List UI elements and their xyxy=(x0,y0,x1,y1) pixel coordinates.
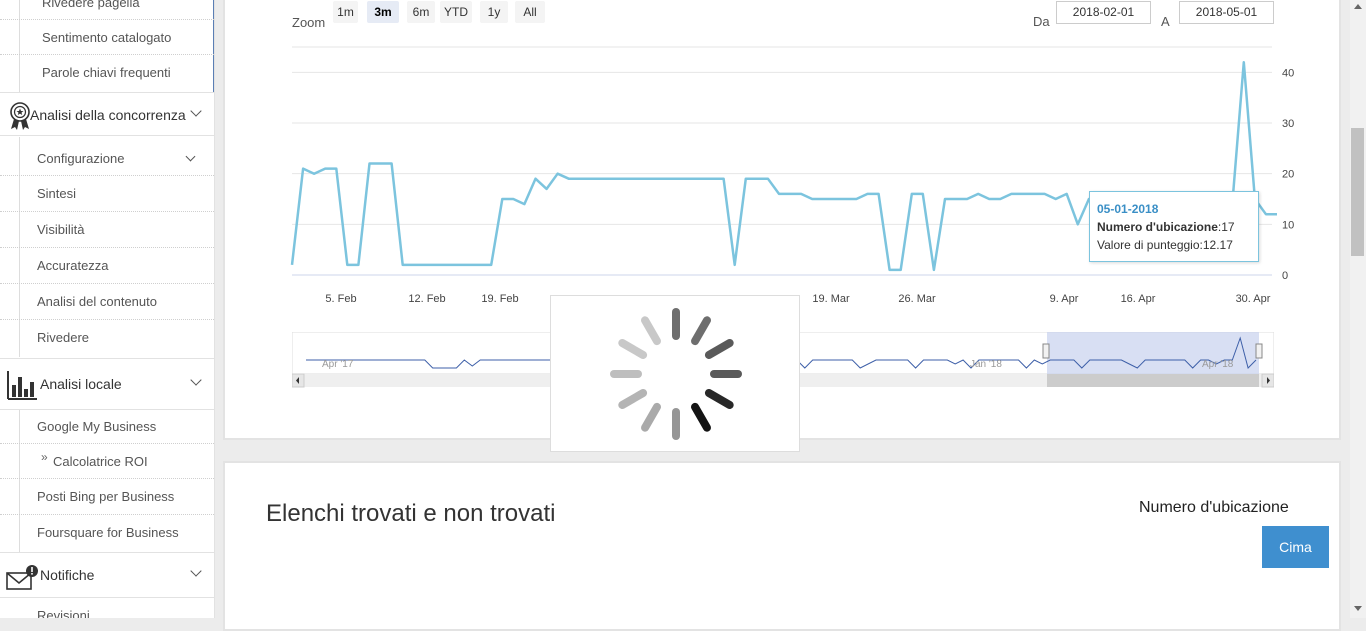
main-content: Zoom 1m 3m 6m YTD 1y All Da 2018-02-01 A… xyxy=(215,0,1350,631)
x-tick-label: 12. Feb xyxy=(408,293,445,305)
chevron-down-icon xyxy=(190,374,202,386)
x-tick-label: 5. Feb xyxy=(325,293,356,305)
legend-label: Numero d'ubicazione xyxy=(1139,499,1289,516)
sidebar: Rivedere pagella Sentimento catalogato P… xyxy=(0,0,215,618)
double-chevron-right-icon: » xyxy=(41,450,48,464)
page-scrollbar[interactable] xyxy=(1350,0,1366,618)
sidebar-group-notifications[interactable]: Notifiche xyxy=(0,552,214,598)
sidebar-group-local[interactable]: Analisi locale xyxy=(0,358,214,410)
loading-overlay xyxy=(550,295,800,452)
top-button[interactable]: Cima xyxy=(1262,526,1329,568)
scroll-up-icon[interactable] xyxy=(1354,4,1362,9)
spinner-segment xyxy=(618,339,648,359)
sidebar-item-accuratezza[interactable]: Accuratezza xyxy=(0,248,214,284)
y-tick-label: 0 xyxy=(1282,270,1288,282)
x-tick-label: 19. Feb xyxy=(481,293,518,305)
spinner-segment xyxy=(691,316,711,346)
loading-spinner-icon xyxy=(610,308,742,440)
sidebar-item-google-my-business[interactable]: Google My Business xyxy=(0,409,214,444)
sidebar-item-parole-chiavi[interactable]: Parole chiavi frequenti xyxy=(0,55,214,90)
navigator-left-handle[interactable] xyxy=(1042,343,1050,359)
navigator-label: Apr '18 xyxy=(1202,359,1234,370)
navigator-right-handle[interactable] xyxy=(1255,343,1263,359)
envelope-alert-icon xyxy=(6,565,38,590)
bar-chart-icon xyxy=(7,371,37,400)
sidebar-item-analisi-contenuto[interactable]: Analisi del contenuto xyxy=(0,284,214,320)
sidebar-item-revisioni[interactable]: Revisioni xyxy=(0,598,214,618)
panel-title: Elenchi trovati e non trovati xyxy=(266,500,556,527)
sidebar-item-sentimento[interactable]: Sentimento catalogato xyxy=(0,20,214,55)
navigator-label: Jan '18 xyxy=(970,359,1002,370)
y-tick-label: 10 xyxy=(1282,219,1294,231)
sidebar-group-label: Analisi della concorrenza xyxy=(30,107,186,123)
sidebar-item-sintesi[interactable]: Sintesi xyxy=(0,176,214,212)
spinner-segment xyxy=(641,316,661,346)
y-tick-label: 40 xyxy=(1282,67,1294,79)
spinner-segment xyxy=(618,389,648,409)
listings-panel: Elenchi trovati e non trovati Numero d'u… xyxy=(223,461,1341,631)
x-tick-label: 26. Mar xyxy=(898,293,936,305)
x-tick-label: 19. Mar xyxy=(812,293,850,305)
sidebar-item-visibilita[interactable]: Visibilità xyxy=(0,212,214,248)
sidebar-item-rivedere-pagella[interactable]: Rivedere pagella xyxy=(0,0,214,20)
x-tick-label: 16. Apr xyxy=(1121,293,1156,305)
y-tick-label: 20 xyxy=(1282,169,1294,181)
sidebar-group-label: Notifiche xyxy=(40,567,95,583)
chart-tooltip: 05-01-2018 Numero d'ubicazione:17 Valore… xyxy=(1089,191,1259,262)
tooltip-date: 05-01-2018 xyxy=(1097,202,1159,216)
tooltip-label-1: Numero d'ubicazione xyxy=(1097,220,1218,234)
spinner-segment xyxy=(704,339,734,359)
tooltip-label-2: Valore di punteggio xyxy=(1097,238,1200,252)
y-tick-label: 30 xyxy=(1282,118,1294,130)
navigator-label: Apr '17 xyxy=(322,359,354,370)
sidebar-group-competition[interactable]: Analisi della concorrenza xyxy=(0,92,214,136)
tooltip-value-1: 17 xyxy=(1221,220,1235,234)
spinner-segment xyxy=(691,402,711,432)
spinner-segment xyxy=(641,402,661,432)
page-scroll-thumb[interactable] xyxy=(1351,128,1364,256)
navigator-scroll-thumb[interactable] xyxy=(1047,374,1259,387)
sidebar-item-bing[interactable]: Posti Bing per Business xyxy=(0,479,214,515)
x-tick-label: 30. Apr xyxy=(1236,293,1271,305)
sidebar-item-configurazione[interactable]: Configurazione xyxy=(0,141,214,176)
sidebar-item-foursquare[interactable]: Foursquare for Business xyxy=(0,515,214,551)
sidebar-group-label: Analisi locale xyxy=(40,376,122,392)
spinner-segment xyxy=(704,389,734,409)
chevron-down-icon xyxy=(185,151,196,162)
sidebar-item-rivedere[interactable]: Rivedere xyxy=(0,320,214,356)
sidebar-item-calcolatrice-roi[interactable]: » Calcolatrice ROI xyxy=(0,444,214,479)
chevron-down-icon xyxy=(190,565,202,577)
tooltip-value-2: 12.17 xyxy=(1202,238,1233,252)
chevron-down-icon xyxy=(190,105,202,117)
scroll-down-icon[interactable] xyxy=(1354,606,1362,611)
x-tick-label: 9. Apr xyxy=(1050,293,1079,305)
